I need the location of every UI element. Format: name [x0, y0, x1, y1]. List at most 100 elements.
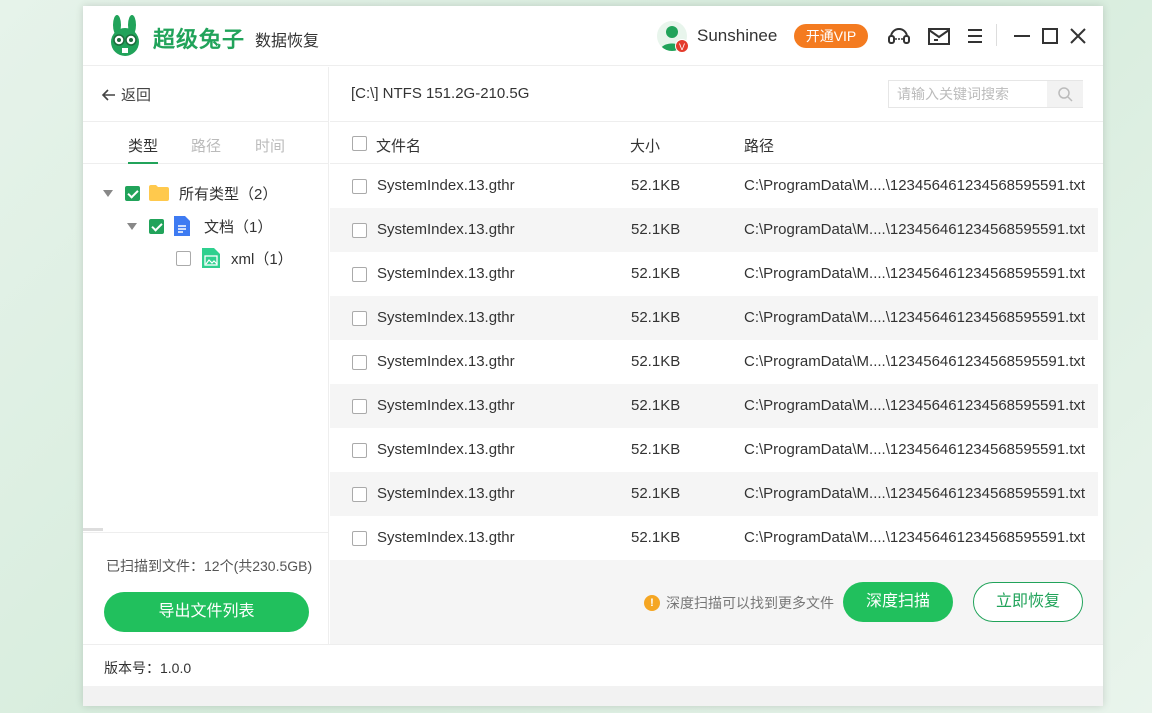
file-path: C:\ProgramData\M....\1234564612345685955… — [744, 353, 1086, 370]
file-size: 52.1KB — [631, 265, 681, 282]
file-name: SystemIndex.13.gthr — [377, 485, 515, 502]
file-name: SystemIndex.13.gthr — [377, 177, 515, 194]
column-header-size[interactable]: 大小 — [630, 135, 660, 156]
tree-item-documents[interactable]: 文档（1） — [127, 216, 272, 236]
deep-scan-button[interactable]: 深度扫描 — [843, 582, 953, 622]
close-icon[interactable] — [1066, 24, 1090, 48]
search-button[interactable] — [1047, 81, 1083, 107]
tab-type[interactable]: 类型 — [128, 135, 158, 156]
app-window: 超级兔子 数据恢复 V Sunshinee 开通VIP 返回 类型 路径 时间 … — [83, 6, 1103, 706]
checkbox-all-types[interactable] — [125, 185, 140, 201]
open-vip-button[interactable]: 开通VIP — [794, 24, 868, 48]
tree-item-xml[interactable]: xml（1） — [176, 248, 293, 268]
table-row[interactable]: SystemIndex.13.gthr 52.1KB C:\ProgramData\… — [330, 340, 1098, 384]
message-icon[interactable] — [927, 24, 951, 48]
file-size: 52.1KB — [631, 485, 681, 502]
drive-info: [C:\] NTFS 151.2G-210.5G — [351, 85, 530, 102]
file-path: C:\ProgramData\M....\1234564612345685955… — [744, 485, 1086, 502]
table-row[interactable]: SystemIndex.13.gthr 52.1KB C:\ProgramData\… — [330, 472, 1098, 516]
rabbit-logo-icon — [111, 15, 139, 56]
file-size: 52.1KB — [631, 353, 681, 370]
file-name: SystemIndex.13.gthr — [377, 529, 515, 546]
file-path: C:\ProgramData\M....\1234564612345685955… — [744, 441, 1086, 458]
tree-label-documents: 文档（1） — [204, 218, 273, 236]
row-checkbox[interactable] — [352, 179, 367, 194]
image-file-icon — [202, 248, 220, 268]
file-name: SystemIndex.13.gthr — [377, 441, 515, 458]
filter-sidebar: 返回 类型 路径 时间 所有类型（2） 文档（1） xml（1） 已扫描到文件：… — [83, 67, 329, 644]
brand-subtitle: 数据恢复 — [255, 33, 320, 50]
row-checkbox[interactable] — [352, 443, 367, 458]
table-row[interactable]: SystemIndex.13.gthr 52.1KB C:\ProgramData\… — [330, 296, 1098, 340]
row-checkbox[interactable] — [352, 311, 367, 326]
file-list-panel: [C:\] NTFS 151.2G-210.5G 文件名 大小 路径 Syste… — [330, 67, 1103, 644]
file-size: 52.1KB — [631, 441, 681, 458]
recover-now-button[interactable]: 立即恢复 — [973, 582, 1083, 622]
search-box — [888, 80, 1083, 108]
file-size: 52.1KB — [631, 177, 681, 194]
tree-item-all-types[interactable]: 所有类型（2） — [103, 183, 277, 203]
table-row[interactable]: SystemIndex.13.gthr 52.1KB C:\ProgramData\… — [330, 208, 1098, 252]
minimize-icon[interactable] — [1010, 24, 1034, 48]
file-name: SystemIndex.13.gthr — [377, 221, 515, 238]
tree-label-xml: xml（1） — [231, 250, 293, 268]
file-name: SystemIndex.13.gthr — [377, 265, 515, 282]
back-button[interactable]: 返回 — [101, 84, 151, 105]
file-name: SystemIndex.13.gthr — [377, 309, 515, 326]
back-label: 返回 — [121, 87, 152, 104]
tab-path[interactable]: 路径 — [191, 135, 221, 156]
username[interactable]: Sunshinee — [697, 26, 777, 46]
document-icon — [174, 216, 190, 236]
bottom-strip — [83, 686, 1103, 706]
search-icon — [1058, 87, 1073, 102]
tab-time[interactable]: 时间 — [255, 135, 285, 156]
tip-text: 深度扫描可以找到更多文件 — [666, 595, 834, 611]
row-checkbox[interactable] — [352, 531, 367, 546]
table-row[interactable]: SystemIndex.13.gthr 52.1KB C:\ProgramData\… — [330, 164, 1098, 208]
select-all-checkbox[interactable] — [352, 136, 367, 151]
file-path: C:\ProgramData\M....\1234564612345685955… — [744, 265, 1086, 282]
search-input[interactable] — [889, 81, 1047, 107]
file-path: C:\ProgramData\M....\1234564612345685955… — [744, 221, 1086, 238]
file-size: 52.1KB — [631, 397, 681, 414]
file-size: 52.1KB — [631, 221, 681, 238]
file-path: C:\ProgramData\M....\1234564612345685955… — [744, 309, 1086, 326]
action-bar: ! 深度扫描可以找到更多文件 深度扫描 立即恢复 — [330, 560, 1103, 644]
customer-service-icon[interactable] — [887, 24, 911, 48]
filter-tabs: 类型 路径 时间 — [83, 121, 329, 164]
active-tab-indicator — [128, 162, 158, 164]
sidebar-footer: 已扫描到文件：12个(共230.5GB) 导出文件列表 — [83, 532, 329, 644]
maximize-icon[interactable] — [1038, 24, 1062, 48]
deep-scan-tip: ! 深度扫描可以找到更多文件 — [644, 593, 834, 613]
table-row[interactable]: SystemIndex.13.gthr 52.1KB C:\ProgramData\… — [330, 384, 1098, 428]
horizontal-scrollbar[interactable] — [83, 528, 103, 531]
table-row[interactable]: SystemIndex.13.gthr 52.1KB C:\ProgramData\… — [330, 428, 1098, 472]
column-header-path[interactable]: 路径 — [744, 135, 774, 156]
arrow-left-icon — [101, 88, 115, 101]
export-file-list-button[interactable]: 导出文件列表 — [104, 592, 309, 632]
expand-triangle-icon[interactable] — [127, 222, 137, 230]
file-name: SystemIndex.13.gthr — [377, 353, 515, 370]
file-size: 52.1KB — [631, 309, 681, 326]
scan-summary: 已扫描到文件：12个(共230.5GB) — [106, 558, 313, 574]
file-path: C:\ProgramData\M....\1234564612345685955… — [744, 529, 1086, 546]
table-row[interactable]: SystemIndex.13.gthr 52.1KB C:\ProgramData\… — [330, 516, 1098, 560]
row-checkbox[interactable] — [352, 267, 367, 282]
vip-level-badge: V — [675, 39, 689, 53]
menu-icon[interactable] — [963, 24, 987, 48]
checkbox-xml[interactable] — [176, 250, 191, 266]
column-header-name[interactable]: 文件名 — [376, 135, 421, 156]
expand-triangle-icon[interactable] — [103, 189, 113, 197]
row-checkbox[interactable] — [352, 223, 367, 238]
checkbox-documents[interactable] — [149, 218, 164, 234]
version-label: 版本号：1.0.0 — [104, 660, 192, 676]
row-checkbox[interactable] — [352, 355, 367, 370]
table-header: 文件名 大小 路径 — [330, 121, 1103, 164]
brand-name: 超级兔子 — [153, 27, 246, 53]
file-path: C:\ProgramData\M....\1234564612345685955… — [744, 397, 1086, 414]
file-name: SystemIndex.13.gthr — [377, 397, 515, 414]
row-checkbox[interactable] — [352, 399, 367, 414]
row-checkbox[interactable] — [352, 487, 367, 502]
file-table-body: SystemIndex.13.gthr 52.1KB C:\ProgramData\… — [330, 164, 1103, 560]
table-row[interactable]: SystemIndex.13.gthr 52.1KB C:\ProgramData\… — [330, 252, 1098, 296]
